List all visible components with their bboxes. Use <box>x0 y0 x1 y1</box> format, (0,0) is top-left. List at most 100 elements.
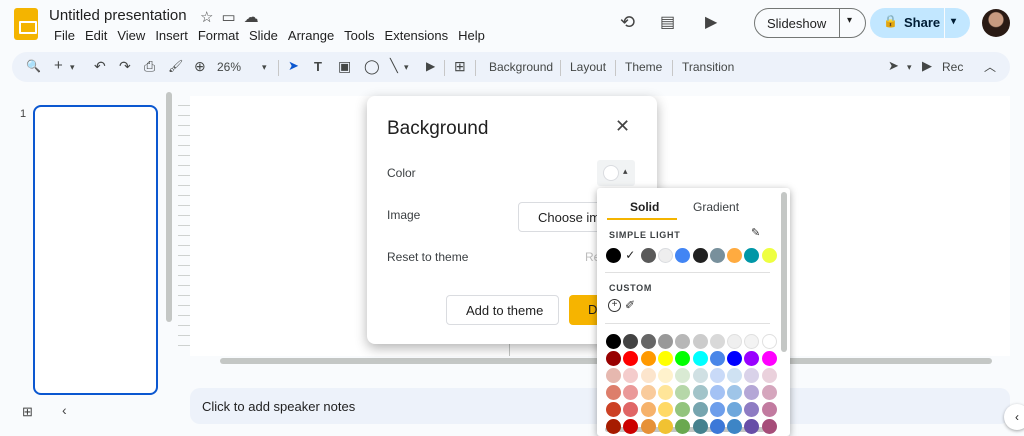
chevron-down-icon[interactable]: ▾ <box>951 16 956 27</box>
palette-color-swatch[interactable] <box>657 351 673 366</box>
slides-logo-icon[interactable] <box>14 8 38 40</box>
undo-icon[interactable]: ↶ <box>94 58 106 75</box>
palette-color-swatch[interactable] <box>744 351 760 366</box>
palette-color-swatch[interactable] <box>727 351 743 366</box>
chevron-up-icon[interactable]: ︿ <box>984 58 996 75</box>
move-folder-icon[interactable]: ▭ <box>221 8 235 26</box>
theme-button[interactable]: Theme <box>625 60 662 74</box>
search-icon[interactable]: 🔍 <box>26 59 41 73</box>
palette-color-swatch[interactable] <box>727 385 743 400</box>
redo-icon[interactable]: ↷ <box>119 58 131 75</box>
background-button[interactable]: Background <box>489 60 553 74</box>
star-icon[interactable]: ☆ <box>200 8 213 26</box>
palette-color-swatch[interactable] <box>640 385 656 400</box>
palette-color-swatch[interactable] <box>692 351 708 366</box>
tab-gradient[interactable]: Gradient <box>693 200 739 214</box>
menu-edit[interactable]: Edit <box>80 28 112 44</box>
palette-color-swatch[interactable] <box>606 419 621 434</box>
zoom-level[interactable]: 26% <box>217 60 241 74</box>
palette-color-swatch[interactable] <box>606 368 621 383</box>
palette-color-swatch[interactable] <box>727 334 743 349</box>
version-history-icon[interactable]: ⟲ <box>620 12 635 33</box>
palette-color-swatch[interactable] <box>657 419 673 434</box>
paint-format-icon[interactable]: 🖌 <box>168 59 183 73</box>
palette-color-swatch[interactable] <box>657 402 673 417</box>
pen-icon[interactable]: ➤ <box>888 58 899 74</box>
palette-color-swatch[interactable] <box>675 334 691 349</box>
chevron-down-icon[interactable]: ▾ <box>847 15 852 26</box>
grid-view-icon[interactable]: ⊞ <box>22 404 33 420</box>
pencil-icon[interactable]: ✎ <box>751 226 760 239</box>
palette-color-swatch[interactable] <box>744 402 760 417</box>
palette-color-swatch[interactable] <box>744 334 760 349</box>
palette-color-swatch[interactable] <box>640 351 656 366</box>
palette-color-swatch[interactable] <box>692 419 708 434</box>
theme-color-swatch[interactable] <box>675 248 691 263</box>
palette-color-swatch[interactable] <box>623 351 639 366</box>
palette-color-swatch[interactable] <box>640 402 656 417</box>
picker-scrollbar[interactable] <box>781 192 787 352</box>
close-icon[interactable]: ✕ <box>615 116 630 137</box>
palette-color-swatch[interactable] <box>675 368 691 383</box>
palette-color-swatch[interactable] <box>709 351 725 366</box>
palette-color-swatch[interactable] <box>675 351 691 366</box>
palette-color-swatch[interactable] <box>727 402 743 417</box>
add-comment-icon[interactable]: ⊞ <box>454 58 466 75</box>
document-title[interactable]: Untitled presentation <box>49 7 187 24</box>
transition-button[interactable]: Transition <box>682 60 734 74</box>
palette-color-swatch[interactable] <box>606 402 621 417</box>
palette-color-swatch[interactable] <box>761 368 777 383</box>
palette-color-swatch[interactable] <box>709 368 725 383</box>
menu-format[interactable]: Format <box>193 28 244 44</box>
theme-color-swatch[interactable] <box>640 248 656 263</box>
insert-image-icon[interactable]: ▣ <box>338 58 351 75</box>
slide-thumbnail[interactable] <box>33 105 158 395</box>
print-icon[interactable]: ⎙ <box>144 58 155 75</box>
palette-color-swatch[interactable] <box>675 402 691 417</box>
add-custom-color-icon[interactable]: + <box>608 299 621 312</box>
palette-color-swatch[interactable] <box>623 334 639 349</box>
palette-color-swatch[interactable] <box>692 385 708 400</box>
text-box-icon[interactable]: T <box>314 59 322 74</box>
palette-color-swatch[interactable] <box>675 385 691 400</box>
chevron-left-icon[interactable]: ‹ <box>62 402 67 418</box>
menu-view[interactable]: View <box>112 28 150 44</box>
palette-color-swatch[interactable] <box>623 402 639 417</box>
palette-color-swatch[interactable] <box>761 351 777 366</box>
line-icon[interactable]: ╲ <box>390 58 398 74</box>
chevron-down-icon[interactable]: ▾ <box>404 62 409 73</box>
rec-button[interactable]: Rec <box>942 60 963 74</box>
record-icon[interactable]: ▶ <box>922 58 932 74</box>
menu-help[interactable]: Help <box>453 28 490 44</box>
menu-arrange[interactable]: Arrange <box>283 28 339 44</box>
theme-color-swatch[interactable] <box>744 248 760 263</box>
palette-color-swatch[interactable] <box>606 351 621 366</box>
comments-icon[interactable]: ▤ <box>660 12 675 32</box>
palette-color-swatch[interactable] <box>709 385 725 400</box>
theme-color-swatch[interactable] <box>657 248 673 263</box>
palette-color-swatch[interactable] <box>761 402 777 417</box>
share-button[interactable]: 🔒 Share ▾ <box>870 8 970 38</box>
shape-icon[interactable]: ◯ <box>364 58 380 75</box>
cloud-status-icon[interactable]: ☁ <box>244 8 259 26</box>
palette-color-swatch[interactable] <box>657 368 673 383</box>
palette-color-swatch[interactable] <box>709 334 725 349</box>
menu-tools[interactable]: Tools <box>339 28 379 44</box>
menu-extensions[interactable]: Extensions <box>380 28 454 44</box>
theme-color-swatch[interactable] <box>606 248 621 263</box>
theme-color-swatch[interactable] <box>692 248 708 263</box>
palette-color-swatch[interactable] <box>692 368 708 383</box>
theme-color-swatch[interactable] <box>761 248 777 263</box>
theme-color-swatch[interactable] <box>727 248 743 263</box>
palette-color-swatch[interactable] <box>692 402 708 417</box>
palette-color-swatch[interactable] <box>692 334 708 349</box>
chevron-down-icon[interactable]: ▾ <box>70 62 75 73</box>
palette-color-swatch[interactable] <box>761 334 777 349</box>
select-cursor-icon[interactable]: ➤ <box>288 58 299 74</box>
palette-color-swatch[interactable] <box>709 402 725 417</box>
color-dropdown[interactable]: ▴ <box>597 160 635 186</box>
tab-solid[interactable]: Solid <box>630 200 659 214</box>
eyedropper-icon[interactable]: ✐ <box>625 298 635 312</box>
chevron-down-icon[interactable]: ▾ <box>907 62 912 73</box>
theme-color-swatch[interactable] <box>709 248 725 263</box>
